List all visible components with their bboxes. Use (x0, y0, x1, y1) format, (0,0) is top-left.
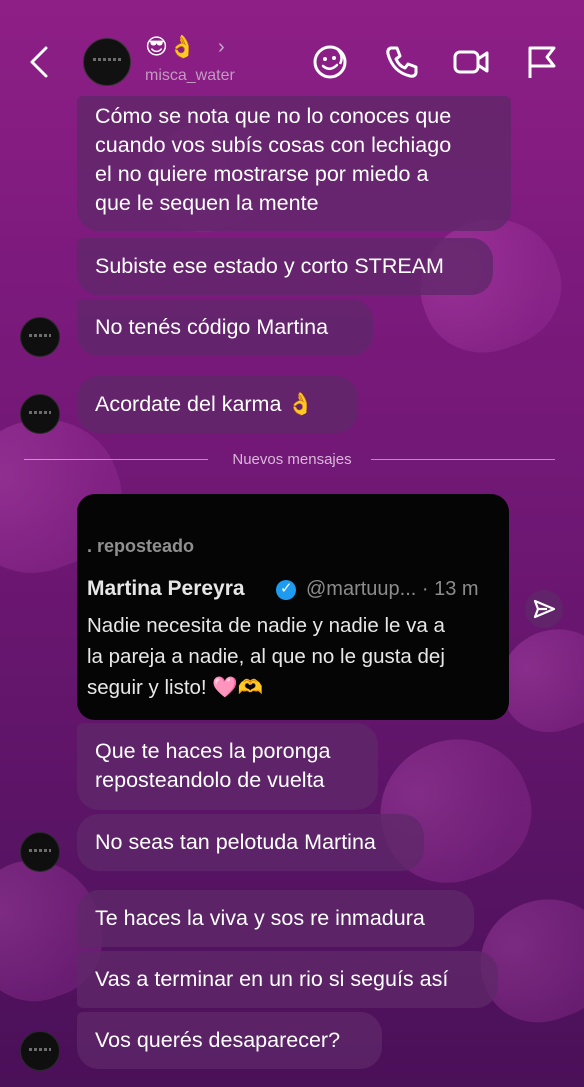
shared-post-card[interactable]: . reposteado Martina Pereyra @martuup...… (77, 494, 509, 720)
background-heart (360, 718, 550, 902)
video-camera-icon[interactable] (451, 42, 491, 82)
post-text: Nadie necesita de nadie y nadie le va a … (87, 614, 445, 699)
sender-avatar[interactable] (20, 832, 60, 872)
message-bubble[interactable]: Que te haces la poronga reposteandolo de… (77, 723, 378, 810)
sender-avatar[interactable] (20, 394, 60, 434)
message-bubble[interactable]: No seas tan pelotuda Martina (77, 814, 424, 871)
contact-display-name[interactable]: 😎👌 (145, 34, 197, 60)
phone-icon[interactable] (381, 42, 421, 82)
chat-header: 😎👌 › misca_water (0, 0, 584, 108)
message-bubble[interactable]: Acordate del karma 👌 (77, 376, 358, 433)
sticker-face-icon[interactable] (310, 42, 350, 82)
card-status-bar-fragment (77, 494, 509, 502)
flag-icon[interactable] (522, 42, 562, 82)
contact-avatar[interactable] (83, 38, 131, 86)
sender-avatar[interactable] (20, 1031, 60, 1071)
back-chevron-icon[interactable] (26, 44, 56, 80)
verified-badge-icon (276, 579, 296, 600)
sender-avatar[interactable] (20, 317, 60, 357)
post-author-handle: @martuup... · 13 m (306, 578, 479, 600)
message-bubble[interactable]: Vas a terminar en un rio si seguís así (77, 951, 498, 1008)
message-bubble[interactable]: Cómo se nota que no lo conoces que cuand… (77, 96, 511, 231)
message-bubble[interactable]: Subiste ese estado y corto STREAM (77, 238, 493, 295)
contact-username[interactable]: misca_water (145, 67, 235, 85)
divider-line (371, 459, 555, 460)
message-bubble[interactable]: No tenés código Martina (77, 299, 373, 356)
repost-label: . reposteado (87, 536, 195, 556)
chevron-right-icon[interactable]: › (218, 36, 225, 59)
post-author-name: Martina Pereyra (87, 577, 245, 600)
message-bubble[interactable]: Te haces la viva y sos re inmadura (77, 890, 474, 947)
message-bubble[interactable]: Vos querés desaparecer? (77, 1012, 382, 1069)
send-paper-plane-icon[interactable] (525, 590, 563, 628)
